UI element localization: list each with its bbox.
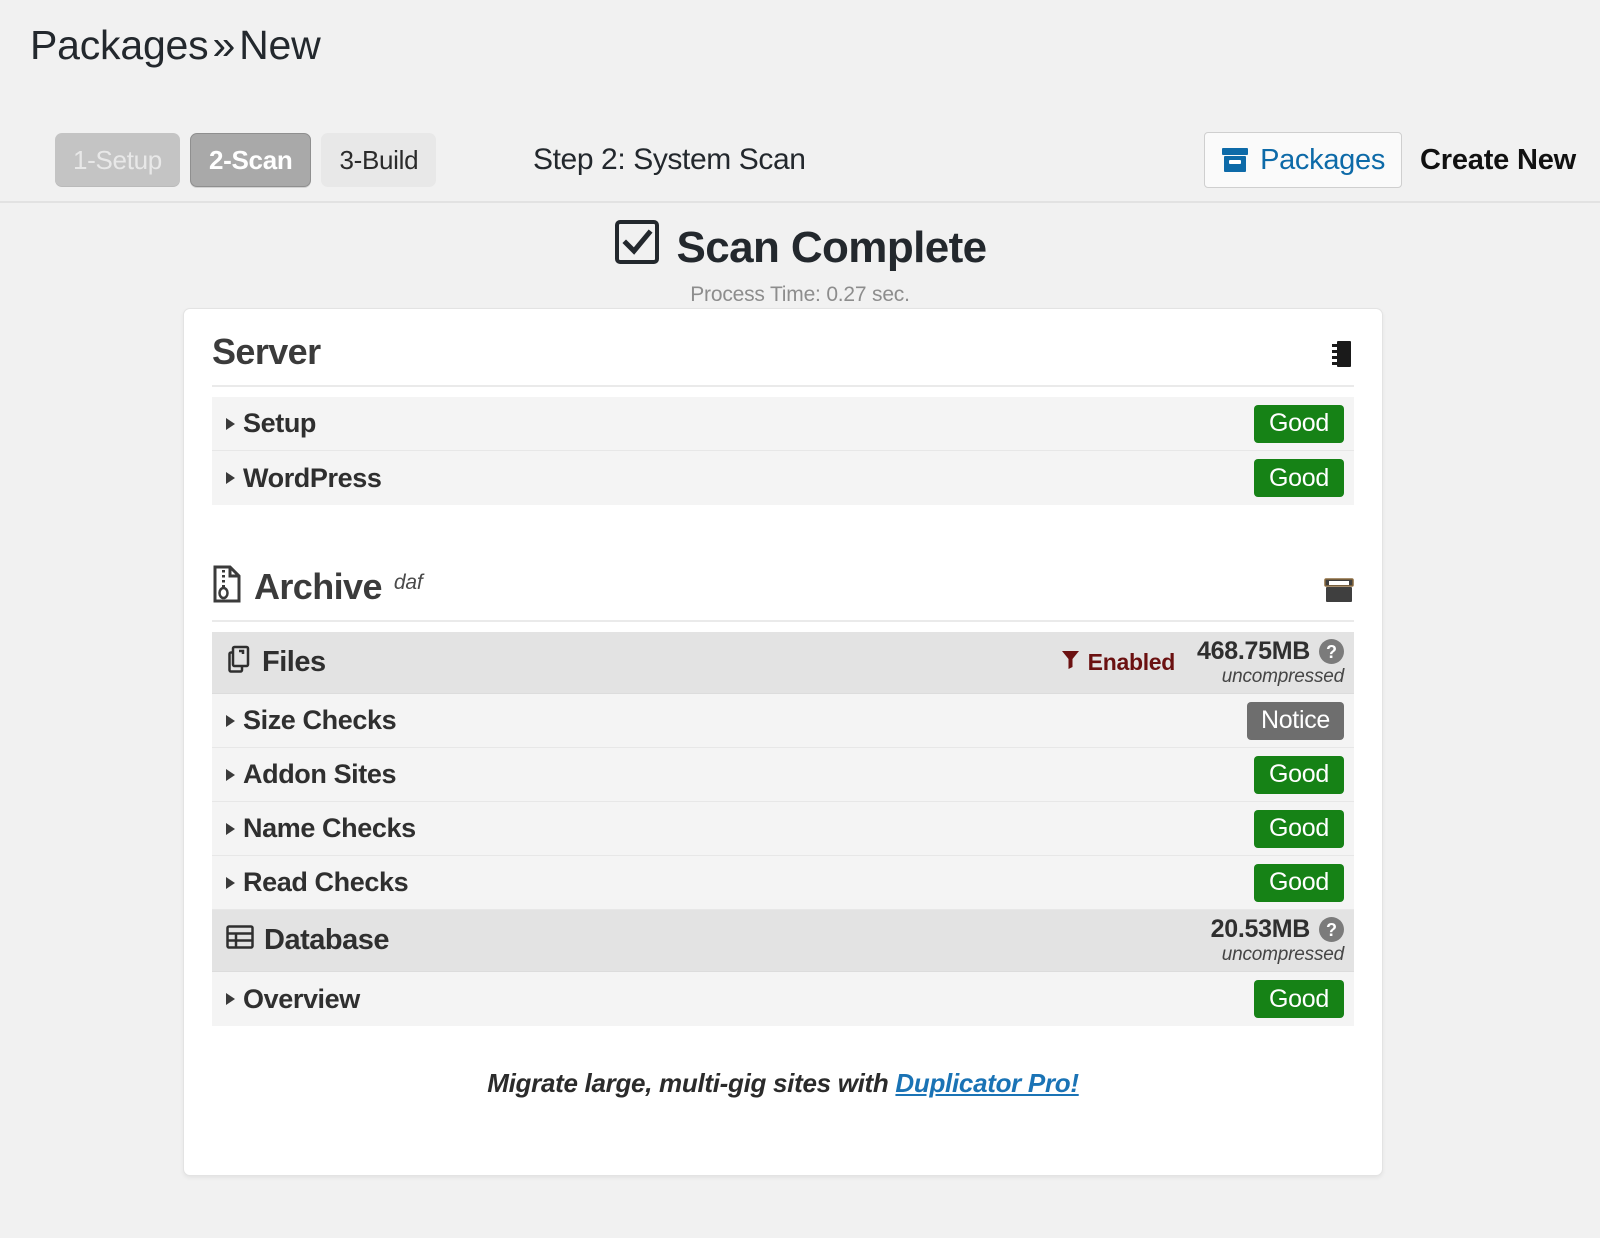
files-size-line: 468.75MB ? — [1197, 637, 1344, 666]
promo-lead: Migrate large, multi-gig sites with — [487, 1068, 896, 1098]
status-badge[interactable]: Good — [1254, 980, 1344, 1018]
breadcrumb-separator: » — [212, 22, 236, 68]
table-row[interactable]: WordPress Good — [212, 451, 1354, 505]
group-meta-database: 20.53MB ? uncompressed — [1210, 915, 1345, 965]
files-filter-status[interactable]: Enabled — [1061, 649, 1175, 676]
caret-right-icon — [226, 714, 235, 727]
question-circle-icon[interactable]: ? — [1319, 917, 1344, 943]
status-badge[interactable]: Good — [1254, 863, 1344, 902]
archive-section-title-text: Archive — [254, 566, 382, 607]
archive-box-icon — [1221, 147, 1249, 173]
status-badge[interactable]: Good — [1254, 404, 1344, 443]
scan-process-time: Process Time: 0.27 sec. — [690, 283, 910, 306]
step-3-label: 3-Build — [339, 144, 419, 175]
packages-button-label: Packages — [1260, 143, 1386, 176]
row-toggle-overview[interactable]: Overview — [226, 984, 360, 1015]
table-row[interactable]: Read Checks Good — [212, 856, 1354, 910]
row-label-text: Overview — [243, 983, 360, 1014]
group-label-files: Files — [226, 645, 326, 681]
archive-section-header: Archive daf — [212, 539, 1354, 622]
server-section-title: Server — [212, 331, 321, 373]
scan-status-block: Scan Complete Process Time: 0.27 sec. — [0, 218, 1600, 307]
table-row[interactable]: Size Checks Notice — [212, 694, 1354, 748]
step-1-label: 1-Setup — [73, 144, 162, 175]
step-3-build[interactable]: 3-Build — [321, 133, 437, 187]
checkbox-checked-icon — [613, 218, 661, 277]
status-badge[interactable]: Notice — [1246, 701, 1344, 740]
breadcrumb-root[interactable]: Packages — [30, 22, 209, 68]
step-2-label: 2-Scan — [208, 144, 293, 175]
row-label-text: Size Checks — [243, 705, 397, 735]
breadcrumb-current: New — [239, 22, 321, 68]
row-toggle-name-checks[interactable]: Name Checks — [226, 813, 416, 844]
status-badge[interactable]: Good — [1254, 809, 1344, 848]
row-label-text: Setup — [243, 408, 317, 438]
database-size-block: 20.53MB ? uncompressed — [1210, 915, 1345, 965]
status-badge[interactable]: Good — [1254, 755, 1344, 794]
group-meta-files: Enabled 468.75MB ? uncompressed — [1061, 638, 1344, 686]
row-toggle-setup[interactable]: Setup — [226, 408, 316, 439]
step-2-scan[interactable]: 2-Scan — [189, 133, 312, 187]
row-toggle-addon-sites[interactable]: Addon Sites — [226, 759, 397, 790]
archive-section-format: daf — [393, 571, 423, 594]
copy-files-icon — [226, 645, 252, 681]
question-circle-icon[interactable]: ? — [1319, 639, 1344, 665]
breadcrumb: Packages»New — [30, 22, 321, 69]
group-header-database: Database 20.53MB ? uncompressed — [212, 910, 1354, 972]
microchip-icon — [1330, 339, 1354, 373]
table-row[interactable]: Setup Good — [212, 397, 1354, 451]
archive-rows: Files Enabled 468.75MB ? uncompressed Si… — [212, 632, 1354, 1026]
table-grid-icon — [226, 924, 254, 958]
archive-section-title: Archive daf — [212, 561, 423, 608]
packages-button[interactable]: Packages — [1204, 132, 1403, 188]
database-size-note: uncompressed — [1221, 943, 1344, 965]
step-bar: 1-Setup 2-Scan 3-Build Step 2: System Sc… — [0, 132, 1600, 203]
caret-right-icon — [226, 876, 235, 889]
caret-right-icon — [226, 768, 235, 781]
server-rows: Setup Good WordPress Good — [212, 397, 1354, 505]
caret-right-icon — [226, 993, 235, 1005]
file-archive-icon — [212, 565, 242, 612]
page-root: Packages»New 1-Setup 2-Scan 3-Build Step… — [0, 0, 1600, 1238]
archive-box-icon — [1324, 578, 1354, 608]
files-size-value: 468.75MB — [1197, 637, 1310, 666]
create-new-label[interactable]: Create New — [1420, 144, 1576, 177]
step-title: Step 2: System Scan — [533, 143, 806, 176]
step-1-setup[interactable]: 1-Setup — [55, 133, 180, 187]
caret-right-icon — [226, 417, 235, 430]
table-row[interactable]: Name Checks Good — [212, 802, 1354, 856]
group-label-database: Database — [226, 924, 389, 958]
caret-right-icon — [226, 472, 235, 484]
files-size-block: 468.75MB ? uncompressed — [1197, 638, 1344, 686]
row-label-text: Addon Sites — [243, 759, 397, 789]
table-row[interactable]: Overview Good — [212, 972, 1354, 1026]
filter-icon — [1061, 649, 1080, 676]
scan-status-title: Scan Complete — [0, 218, 1600, 277]
database-size-value: 20.53MB — [1210, 915, 1311, 944]
header-actions: Packages Create New — [1204, 132, 1576, 188]
status-badge[interactable]: Good — [1254, 459, 1344, 497]
table-row[interactable]: Addon Sites Good — [212, 748, 1354, 802]
row-label-text: Read Checks — [243, 867, 409, 897]
files-filter-label: Enabled — [1087, 649, 1176, 675]
duplicator-pro-link[interactable]: Duplicator Pro! — [895, 1068, 1079, 1098]
group-label-text: Database — [264, 924, 389, 956]
row-toggle-read-checks[interactable]: Read Checks — [226, 867, 409, 898]
group-header-files: Files Enabled 468.75MB ? uncompressed — [212, 632, 1354, 694]
row-toggle-size-checks[interactable]: Size Checks — [226, 705, 397, 736]
row-toggle-wordpress[interactable]: WordPress — [226, 462, 382, 494]
promo-text: Migrate large, multi-gig sites with Dupl… — [212, 1068, 1354, 1099]
step-list: 1-Setup 2-Scan 3-Build — [55, 133, 437, 187]
scan-status-text: Scan Complete — [676, 222, 987, 272]
database-size-line: 20.53MB ? — [1210, 915, 1344, 944]
row-label-text: Name Checks — [243, 813, 416, 843]
scan-results-card: Server Setup Good WordPress Good Archive… — [183, 308, 1383, 1176]
row-label-text: WordPress — [243, 462, 382, 493]
server-section-header: Server — [212, 309, 1354, 387]
files-size-note: uncompressed — [1221, 665, 1344, 687]
server-section-title-text: Server — [212, 331, 321, 372]
caret-right-icon — [226, 822, 235, 835]
group-label-text: Files — [262, 646, 326, 678]
